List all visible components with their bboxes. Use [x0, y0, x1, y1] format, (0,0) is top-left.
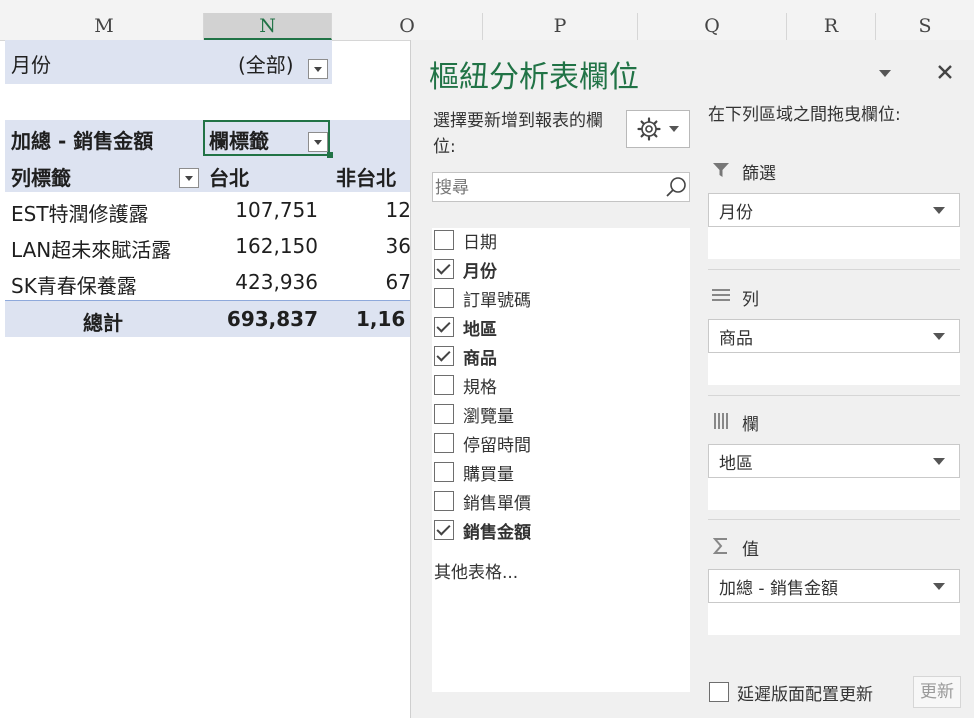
row-value-taipei: 162,150: [235, 234, 318, 258]
chevron-down-icon[interactable]: [933, 583, 945, 590]
field-checkbox[interactable]: [434, 433, 454, 453]
rows-area-box[interactable]: 商品: [708, 319, 960, 385]
field-label: 銷售金額: [463, 523, 531, 543]
column-region-taipei: 台北: [209, 166, 249, 190]
total-value-taipei: 693,837: [226, 307, 318, 331]
field-label: 訂單號碼: [463, 291, 531, 311]
more-tables-link[interactable]: 其他表格...: [434, 558, 518, 583]
column-header-m[interactable]: M: [5, 13, 204, 40]
pane-title: 樞紐分析表欄位: [429, 60, 639, 95]
field-checkbox[interactable]: [434, 288, 454, 308]
field-checkbox[interactable]: [434, 520, 454, 540]
field-checkbox[interactable]: [434, 491, 454, 511]
field-label: 地區: [463, 320, 497, 340]
row-value-non-taipei: 36: [385, 234, 411, 258]
field-checkbox[interactable]: [434, 404, 454, 424]
search-icon[interactable]: [665, 176, 687, 198]
defer-layout-update-label[interactable]: 延遲版面配置更新: [737, 680, 873, 705]
rows-area-item[interactable]: 商品: [708, 319, 960, 353]
chevron-down-icon[interactable]: [933, 333, 945, 340]
field-checkbox[interactable]: [434, 462, 454, 482]
values-area-item[interactable]: 加總 - 銷售金額: [708, 569, 960, 603]
row-value-taipei: 423,936: [235, 270, 318, 294]
columns-icon: [714, 413, 728, 429]
filters-area-title: 篩選: [742, 164, 776, 184]
filter-dropdown-button[interactable]: [308, 59, 328, 79]
column-region-non-taipei: 非台北: [336, 166, 396, 190]
field-label: 商品: [463, 349, 497, 369]
column-header-bar: M N O P Q R S: [0, 13, 974, 41]
rows-icon: [712, 289, 730, 301]
field-checkbox[interactable]: [434, 230, 454, 250]
tools-button[interactable]: [626, 110, 690, 148]
field-label: 規格: [463, 378, 497, 398]
total-value-non-taipei: 1,16: [356, 307, 406, 331]
filters-area-item[interactable]: 月份: [708, 193, 960, 227]
field-label: 停留時間: [463, 436, 531, 456]
column-header-q[interactable]: Q: [638, 13, 787, 40]
chevron-down-icon[interactable]: [933, 458, 945, 465]
field-checkbox[interactable]: [434, 259, 454, 279]
filter-value[interactable]: (全部): [238, 49, 294, 78]
row-label: LAN超未來賦活露: [11, 238, 172, 262]
row-label: SK青春保養露: [11, 274, 137, 298]
area-divider: [708, 269, 960, 270]
values-area-title: 值: [742, 540, 759, 560]
row-labels-header: 列標籤: [11, 166, 71, 190]
close-icon[interactable]: [937, 64, 953, 80]
values-item-label: 加總 - 銷售金額: [719, 579, 838, 599]
chevron-down-icon[interactable]: [933, 207, 945, 214]
row-labels-dropdown-button[interactable]: [179, 168, 199, 188]
row-value-non-taipei: 67: [385, 270, 411, 294]
row-value-taipei: 107,751: [235, 198, 318, 222]
column-header-n[interactable]: N: [204, 13, 332, 40]
column-header-p[interactable]: P: [483, 13, 638, 40]
sigma-icon: [713, 538, 727, 554]
values-area-box[interactable]: 加總 - 銷售金額: [708, 569, 960, 635]
grid-top-strip: [0, 0, 974, 13]
field-checkbox[interactable]: [434, 317, 454, 337]
filter-icon: [713, 163, 729, 177]
field-label: 銷售單價: [463, 494, 531, 514]
columns-area-box[interactable]: 地區: [708, 444, 960, 510]
row-value-non-taipei: 12: [385, 198, 411, 222]
filters-area-box[interactable]: 月份: [708, 193, 960, 259]
search-input[interactable]: [433, 173, 657, 203]
column-labels-header[interactable]: 欄標籤: [209, 125, 269, 154]
field-label: 購買量: [463, 465, 514, 485]
row-label: EST特潤修護露: [11, 202, 149, 226]
filter-field-label: 月份: [11, 53, 51, 77]
area-divider: [708, 395, 960, 396]
pane-options-chevron-icon[interactable]: [879, 70, 891, 77]
field-label: 瀏覽量: [463, 407, 514, 427]
rows-area-title: 列: [742, 290, 759, 310]
rows-item-label: 商品: [719, 329, 753, 349]
field-checkbox[interactable]: [434, 346, 454, 366]
field-checkbox[interactable]: [434, 375, 454, 395]
chevron-down-icon: [669, 126, 679, 132]
search-box[interactable]: [432, 172, 690, 203]
total-label: 總計: [83, 311, 123, 335]
area-divider: [708, 519, 960, 520]
column-header-o[interactable]: O: [332, 13, 483, 40]
update-button[interactable]: 更新: [913, 676, 961, 708]
columns-item-label: 地區: [719, 454, 753, 474]
gear-icon: [637, 117, 661, 141]
field-list: 日期 月份 訂單號碼 地區 商品 規格 瀏覽量 停留時間 購買量 銷售單價 銷售…: [432, 228, 690, 692]
columns-area-title: 欄: [742, 415, 759, 435]
field-label: 日期: [463, 233, 497, 253]
field-label: 月份: [463, 262, 497, 282]
choose-fields-text-line1: 選擇要新增到報表的欄: [433, 111, 603, 131]
pivottable-fields-pane: 樞紐分析表欄位 選擇要新增到報表的欄 位: 在下列區域之間拖曳欄位: 搜尋 日期…: [410, 40, 974, 718]
column-header-s[interactable]: S: [876, 13, 974, 40]
column-labels-dropdown-button[interactable]: [308, 132, 328, 152]
fill-handle[interactable]: [327, 152, 333, 158]
filters-item-label: 月份: [719, 203, 753, 223]
columns-area-item[interactable]: 地區: [708, 444, 960, 478]
sum-header: 加總 - 銷售金額: [11, 129, 154, 153]
drag-fields-text: 在下列區域之間拖曳欄位:: [708, 105, 901, 125]
choose-fields-text-line2: 位:: [433, 137, 456, 157]
defer-layout-update-checkbox[interactable]: [709, 682, 729, 702]
column-header-r[interactable]: R: [787, 13, 876, 40]
